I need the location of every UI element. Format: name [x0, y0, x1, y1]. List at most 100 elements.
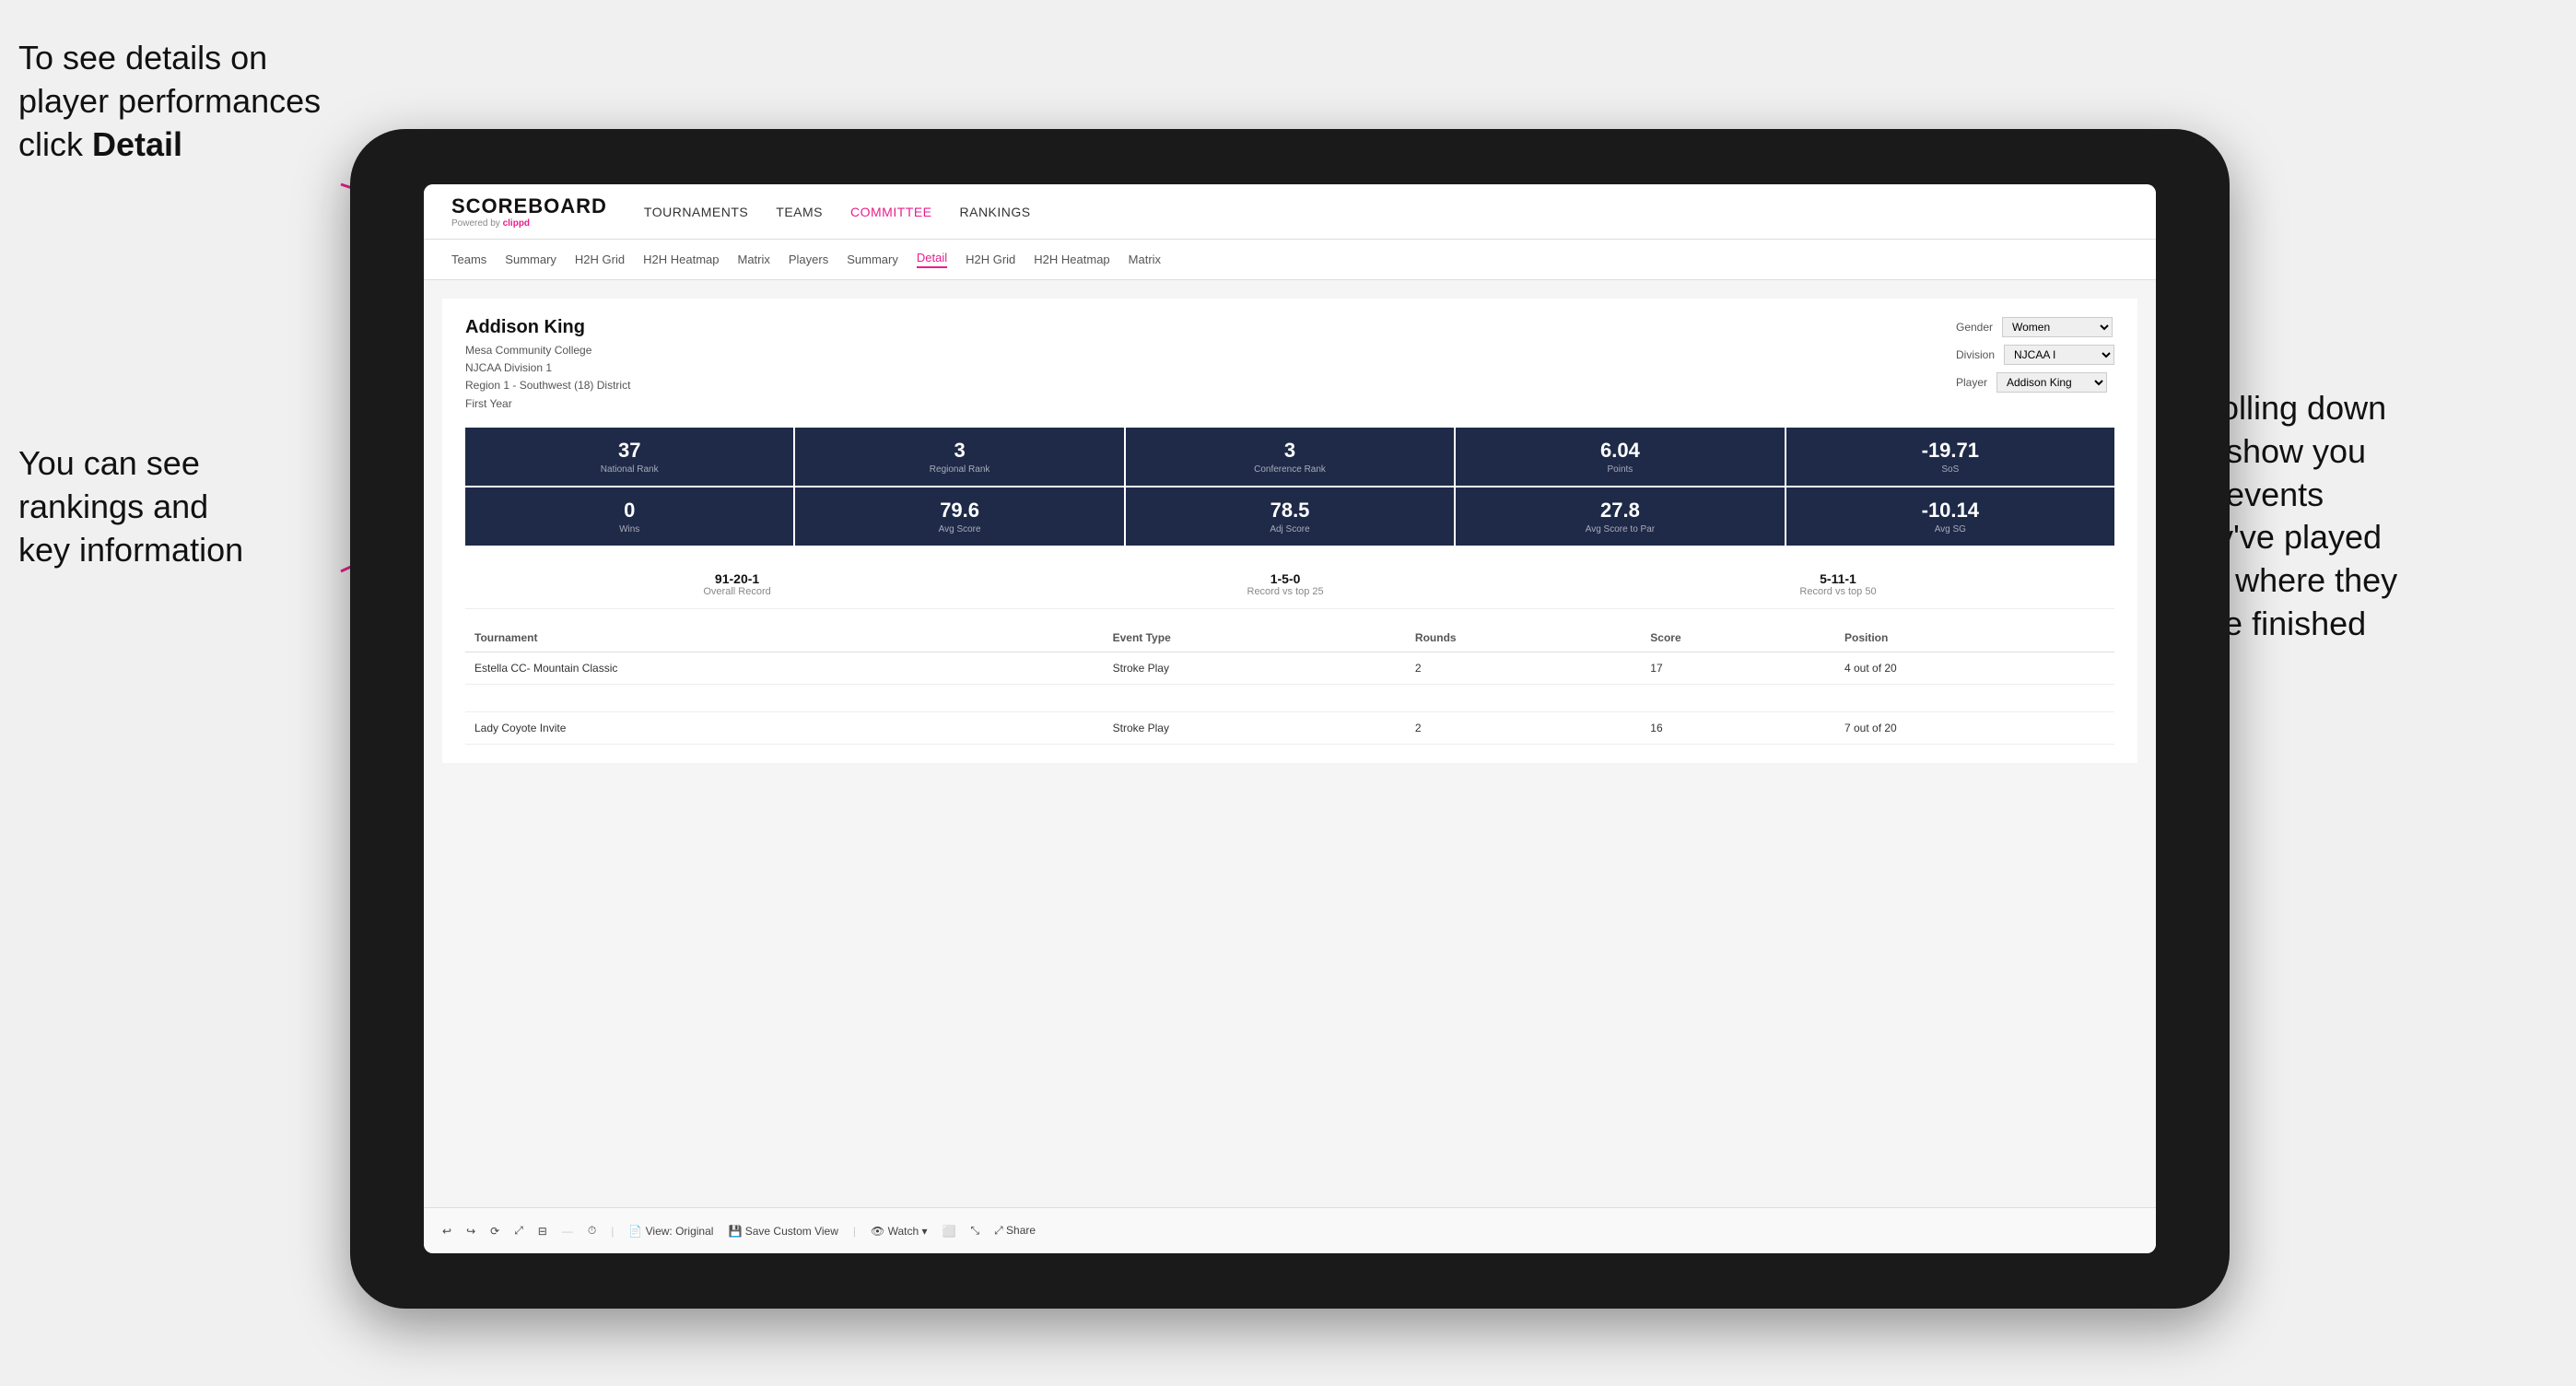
- app-logo: SCOREBOARD: [451, 194, 607, 218]
- tab-matrix1[interactable]: Matrix: [737, 253, 769, 266]
- tab-h2h-heatmap2[interactable]: H2H Heatmap: [1034, 253, 1109, 266]
- tab-detail[interactable]: Detail: [917, 251, 947, 268]
- stat-avg-score: 79.6 Avg Score: [795, 487, 1123, 546]
- cell-event-type: Stroke Play: [1104, 711, 1406, 744]
- save-view-button[interactable]: 💾 Save Custom View: [728, 1225, 837, 1238]
- sub-nav: Teams Summary H2H Grid H2H Heatmap Matri…: [424, 240, 2156, 280]
- tab-h2h-grid1[interactable]: H2H Grid: [575, 253, 625, 266]
- share-button[interactable]: ⤢ Share: [994, 1224, 1036, 1238]
- player-region: Region 1 - Southwest (18) District: [465, 377, 630, 394]
- bottom-toolbar: ↩ ↪ ⟳ ⤢ ⊟ — ⏱ | 📄 View: Original 💾 Save …: [424, 1207, 2156, 1253]
- player-division: NJCAA Division 1: [465, 359, 630, 377]
- points-value: 6.04: [1463, 439, 1776, 463]
- cell-rounds: 2: [1406, 652, 1641, 684]
- cell-score: 17: [1641, 652, 1835, 684]
- logo-area: SCOREBOARD Powered by clippd: [451, 194, 607, 229]
- cell-tournament: Lady Coyote Invite: [465, 711, 1104, 744]
- view-original-button[interactable]: 📄 View: Original: [628, 1225, 713, 1238]
- tablet: SCOREBOARD Powered by clippd TOURNAMENTS…: [350, 129, 2230, 1309]
- player-card: Addison King Mesa Community College NJCA…: [442, 299, 2137, 763]
- regional-rank-label: Regional Rank: [802, 464, 1116, 475]
- expand-button[interactable]: ⤢: [514, 1224, 523, 1238]
- conference-rank-value: 3: [1133, 439, 1446, 463]
- cell-position: 4 out of 20: [1835, 652, 2114, 684]
- col-score: Score: [1641, 624, 1835, 652]
- stat-adj-score: 78.5 Adj Score: [1126, 487, 1454, 546]
- division-label: Division: [1956, 348, 1995, 361]
- avg-score-value: 79.6: [802, 499, 1116, 523]
- tab-h2h-grid2[interactable]: H2H Grid: [966, 253, 1015, 266]
- stat-sos: -19.71 SoS: [1786, 428, 2114, 486]
- overall-value: 91-20-1: [703, 571, 770, 586]
- stats-row-1: 37 National Rank 3 Regional Rank 3 Confe…: [465, 428, 2114, 486]
- tab-summary2[interactable]: Summary: [847, 253, 898, 266]
- fullscreen-button[interactable]: ⤡: [970, 1224, 979, 1238]
- player-top: Addison King Mesa Community College NJCA…: [465, 317, 2114, 413]
- collapse-button[interactable]: ⊟: [538, 1225, 547, 1238]
- annotation-top-left: To see details on player performances cl…: [18, 37, 369, 166]
- col-tournament: Tournament: [465, 624, 1104, 652]
- stats-row-2: 0 Wins 79.6 Avg Score 78.5 Adj Score 27.…: [465, 487, 2114, 546]
- nav-committee[interactable]: COMMITTEE: [850, 205, 932, 219]
- adj-score-value: 78.5: [1133, 499, 1446, 523]
- wins-label: Wins: [473, 524, 786, 534]
- sos-value: -19.71: [1794, 439, 2107, 463]
- gender-label: Gender: [1956, 321, 1993, 334]
- nav-tournaments[interactable]: TOURNAMENTS: [644, 205, 748, 219]
- timer-button[interactable]: ⏱: [588, 1224, 596, 1238]
- col-position: Position: [1835, 624, 2114, 652]
- player-info: Addison King Mesa Community College NJCA…: [465, 317, 630, 413]
- stat-wins: 0 Wins: [465, 487, 793, 546]
- cell-event-type: Stroke Play: [1104, 652, 1406, 684]
- top25-label: Record vs top 25: [1247, 586, 1324, 597]
- avg-sg-label: Avg SG: [1794, 524, 2107, 534]
- col-rounds: Rounds: [1406, 624, 1641, 652]
- avg-par-value: 27.8: [1463, 499, 1776, 523]
- gender-filter: Gender Women Men: [1956, 317, 2114, 337]
- undo-button[interactable]: ↩: [442, 1225, 451, 1238]
- annotation-bottom-left: You can see rankings and key information: [18, 442, 341, 571]
- tab-h2h-heatmap1[interactable]: H2H Heatmap: [643, 253, 719, 266]
- main-nav: TOURNAMENTS TEAMS COMMITTEE RANKINGS: [644, 205, 1031, 219]
- gender-select[interactable]: Women Men: [2002, 317, 2113, 337]
- cell-rounds: 2: [1406, 711, 1641, 744]
- screen-button[interactable]: ⬜: [943, 1225, 956, 1238]
- tab-matrix2[interactable]: Matrix: [1129, 253, 1161, 266]
- refresh-button[interactable]: ⟳: [490, 1225, 499, 1238]
- content-area: Addison King Mesa Community College NJCA…: [424, 280, 2156, 1207]
- avg-sg-value: -10.14: [1794, 499, 2107, 523]
- national-rank-label: National Rank: [473, 464, 786, 475]
- stat-regional-rank: 3 Regional Rank: [795, 428, 1123, 486]
- table-row: Estella CC- Mountain Classic Stroke Play…: [465, 652, 2114, 684]
- player-filter-label: Player: [1956, 376, 1987, 389]
- redo-button[interactable]: ↪: [466, 1225, 475, 1238]
- adj-score-label: Adj Score: [1133, 524, 1446, 534]
- points-label: Points: [1463, 464, 1776, 475]
- record-top50: 5-11-1 Record vs top 50: [1799, 571, 1876, 597]
- cell-tournament: Estella CC- Mountain Classic: [465, 652, 1104, 684]
- app-header: SCOREBOARD Powered by clippd TOURNAMENTS…: [424, 184, 2156, 240]
- top25-value: 1-5-0: [1247, 571, 1324, 586]
- avg-score-label: Avg Score: [802, 524, 1116, 534]
- player-name: Addison King: [465, 317, 630, 338]
- nav-rankings[interactable]: RANKINGS: [960, 205, 1031, 219]
- cell-position: 7 out of 20: [1835, 711, 2114, 744]
- player-filters: Gender Women Men Division NJCAA I NJCAA …: [1956, 317, 2114, 393]
- sos-label: SoS: [1794, 464, 2107, 475]
- watch-button[interactable]: 👁 Watch ▾: [871, 1225, 928, 1238]
- tab-summary1[interactable]: Summary: [505, 253, 556, 266]
- nav-teams[interactable]: TEAMS: [776, 205, 823, 219]
- top50-value: 5-11-1: [1799, 571, 1876, 586]
- player-year: First Year: [465, 395, 630, 413]
- player-select[interactable]: Addison King: [1996, 372, 2107, 393]
- stat-avg-sg: -10.14 Avg SG: [1786, 487, 2114, 546]
- tab-players[interactable]: Players: [789, 253, 828, 266]
- cell-score: 16: [1641, 711, 1835, 744]
- records-row: 91-20-1 Overall Record 1-5-0 Record vs t…: [465, 560, 2114, 609]
- col-event-type: Event Type: [1104, 624, 1406, 652]
- table-row: Lady Coyote Invite Stroke Play 2 16 7 ou…: [465, 711, 2114, 744]
- division-select[interactable]: NJCAA I NJCAA II: [2004, 345, 2114, 365]
- record-overall: 91-20-1 Overall Record: [703, 571, 770, 597]
- tab-teams[interactable]: Teams: [451, 253, 486, 266]
- player-college: Mesa Community College: [465, 342, 630, 359]
